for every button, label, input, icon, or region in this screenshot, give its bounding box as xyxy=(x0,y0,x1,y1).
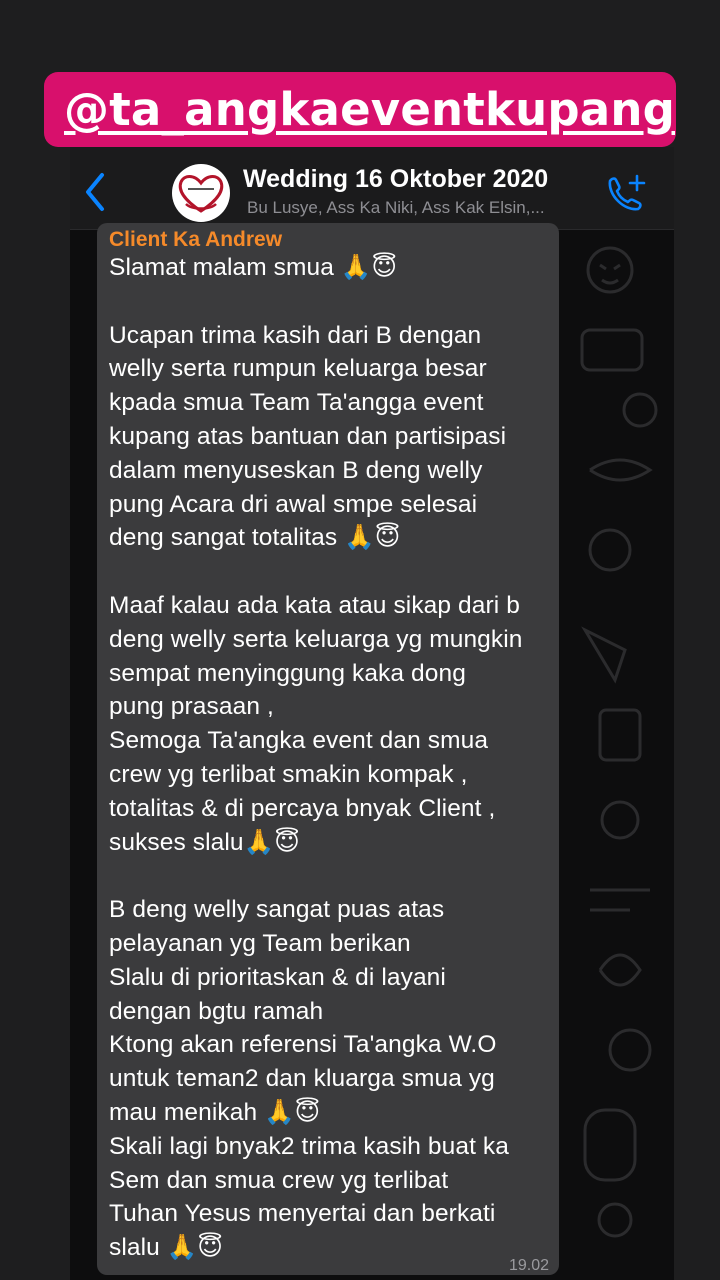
heart-logo-icon xyxy=(178,175,224,213)
chat-screen: Wedding 16 Oktober 2020 Bu Lusye, Ass Ka… xyxy=(70,147,674,1280)
chat-title: Wedding 16 Oktober 2020 xyxy=(243,165,549,193)
mention-text: @ta_angkaeventkupang xyxy=(64,83,675,136)
message-sender: Client Ka Andrew xyxy=(109,228,283,251)
message-text: Slamat malam smua 🙏😇 Ucapan trima kasih … xyxy=(109,254,523,1262)
chevron-left-icon xyxy=(86,173,104,211)
chat-members: Bu Lusye, Ass Ka Niki, Ass Kak Elsin,... xyxy=(247,198,545,217)
message-time: 19.02 xyxy=(508,1257,549,1274)
add-call-icon xyxy=(608,174,646,211)
story-mention-tag[interactable]: @ta_angkaeventkupang xyxy=(44,72,676,147)
add-call-button[interactable] xyxy=(604,173,648,213)
wallpaper-doodles-icon xyxy=(580,246,658,1238)
back-button[interactable] xyxy=(80,167,120,217)
message-bubble[interactable]: Client Ka Andrew Slamat malam smua 🙏😇 Uc… xyxy=(97,223,559,1275)
chat-header: Wedding 16 Oktober 2020 Bu Lusye, Ass Ka… xyxy=(70,147,674,230)
group-avatar[interactable] xyxy=(172,164,230,222)
